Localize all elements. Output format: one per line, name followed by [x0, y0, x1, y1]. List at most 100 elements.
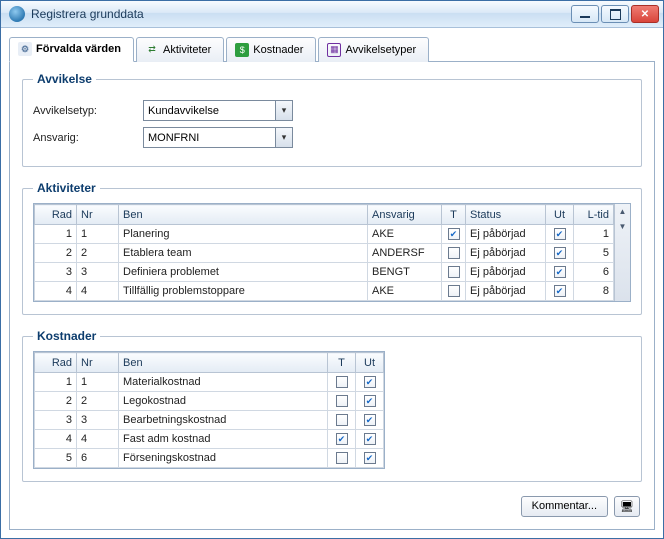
checkbox[interactable] [364, 376, 376, 388]
cell-t[interactable] [328, 430, 356, 449]
screen-icon-button[interactable]: 🖥 [614, 496, 640, 517]
table-row[interactable]: 5 6 Förseningskostnad [35, 449, 384, 468]
cell-nr[interactable]: 3 [77, 411, 119, 430]
cell-t[interactable] [328, 411, 356, 430]
col-nr[interactable]: Nr [77, 205, 119, 225]
minimize-button[interactable] [571, 5, 599, 23]
tab-kostnader[interactable]: $ Kostnader [226, 37, 316, 62]
table-row[interactable]: 3 3 Definiera problemet BENGT Ej påbörja… [35, 263, 614, 282]
cell-ben[interactable]: Fast adm kostnad [119, 430, 328, 449]
col-ltid[interactable]: L-tid [574, 205, 614, 225]
checkbox[interactable] [364, 395, 376, 407]
table-row[interactable]: 2 2 Etablera team ANDERSF Ej påbörjad 5 [35, 244, 614, 263]
cell-nr[interactable]: 1 [77, 373, 119, 392]
cell-nr[interactable]: 6 [77, 449, 119, 468]
col-ben[interactable]: Ben [119, 205, 368, 225]
cell-ansvarig[interactable]: AKE [368, 282, 442, 301]
table-row[interactable]: 3 3 Bearbetningskostnad [35, 411, 384, 430]
cell-status[interactable]: Ej påbörjad [466, 244, 546, 263]
cell-ansvarig[interactable]: ANDERSF [368, 244, 442, 263]
aktiviteter-grid[interactable]: Rad Nr Ben Ansvarig T Status Ut L-tid 1 [33, 203, 631, 302]
ansvarig-combo[interactable]: MONFRNI [143, 127, 293, 148]
cell-ut[interactable] [546, 282, 574, 301]
cell-ben[interactable]: Tillfällig problemstoppare [119, 282, 368, 301]
tab-avvikelsetyper[interactable]: ▦ Avvikelsetyper [318, 37, 429, 62]
checkbox[interactable] [336, 395, 348, 407]
checkbox[interactable] [336, 414, 348, 426]
cell-nr[interactable]: 4 [77, 430, 119, 449]
cell-ltid[interactable]: 5 [574, 244, 614, 263]
cell-t[interactable] [328, 449, 356, 468]
table-row[interactable]: 1 1 Planering AKE Ej påbörjad 1 [35, 225, 614, 244]
checkbox[interactable] [448, 266, 460, 278]
checkbox[interactable] [554, 247, 566, 259]
cell-nr[interactable]: 3 [77, 263, 119, 282]
cell-ansvarig[interactable]: BENGT [368, 263, 442, 282]
checkbox[interactable] [554, 228, 566, 240]
cell-t[interactable] [328, 373, 356, 392]
cell-status[interactable]: Ej påbörjad [466, 225, 546, 244]
cell-nr[interactable]: 4 [77, 282, 119, 301]
kommentar-button[interactable]: Kommentar... [521, 496, 608, 517]
cell-ben[interactable]: Materialkostnad [119, 373, 328, 392]
col-rad[interactable]: Rad [35, 353, 77, 373]
cell-ut[interactable] [546, 244, 574, 263]
table-row[interactable]: 1 1 Materialkostnad [35, 373, 384, 392]
cell-ltid[interactable]: 6 [574, 263, 614, 282]
table-row[interactable]: 2 2 Legokostnad [35, 392, 384, 411]
avvikelsetyp-combo[interactable]: Kundavvikelse [143, 100, 293, 121]
col-status[interactable]: Status [466, 205, 546, 225]
col-t[interactable]: T [328, 353, 356, 373]
kostnader-grid[interactable]: Rad Nr Ben T Ut 1 1 Materialkostnad 2 2 … [33, 351, 385, 469]
cell-status[interactable]: Ej påbörjad [466, 282, 546, 301]
checkbox[interactable] [448, 228, 460, 240]
cell-ltid[interactable]: 8 [574, 282, 614, 301]
cell-ut[interactable] [356, 373, 384, 392]
tab-aktiviteter[interactable]: ⇄ Aktiviteter [136, 37, 224, 62]
checkbox[interactable] [364, 452, 376, 464]
col-ut[interactable]: Ut [546, 205, 574, 225]
cell-ben[interactable]: Förseningskostnad [119, 449, 328, 468]
checkbox[interactable] [448, 285, 460, 297]
cell-ben[interactable]: Legokostnad [119, 392, 328, 411]
tab-forvalda-varden[interactable]: ⚙ Förvalda värden [9, 37, 134, 62]
col-ben[interactable]: Ben [119, 353, 328, 373]
aktiviteter-scrollbar[interactable]: ▲ ▼ [614, 204, 630, 301]
col-t[interactable]: T [442, 205, 466, 225]
checkbox[interactable] [336, 376, 348, 388]
checkbox[interactable] [364, 433, 376, 445]
checkbox[interactable] [554, 285, 566, 297]
col-rad[interactable]: Rad [35, 205, 77, 225]
cell-t[interactable] [442, 225, 466, 244]
maximize-button[interactable] [601, 5, 629, 23]
checkbox[interactable] [448, 247, 460, 259]
cell-ut[interactable] [356, 449, 384, 468]
cell-nr[interactable]: 1 [77, 225, 119, 244]
cell-nr[interactable]: 2 [77, 244, 119, 263]
checkbox[interactable] [554, 266, 566, 278]
cell-ansvarig[interactable]: AKE [368, 225, 442, 244]
cell-t[interactable] [442, 282, 466, 301]
checkbox[interactable] [336, 433, 348, 445]
cell-t[interactable] [328, 392, 356, 411]
cell-ut[interactable] [356, 430, 384, 449]
checkbox[interactable] [336, 452, 348, 464]
cell-ben[interactable]: Planering [119, 225, 368, 244]
cell-t[interactable] [442, 244, 466, 263]
table-row[interactable]: 4 4 Fast adm kostnad [35, 430, 384, 449]
cell-ben[interactable]: Bearbetningskostnad [119, 411, 328, 430]
cell-ben[interactable]: Etablera team [119, 244, 368, 263]
checkbox[interactable] [364, 414, 376, 426]
scroll-up-icon[interactable]: ▲ [615, 204, 630, 219]
col-ut[interactable]: Ut [356, 353, 384, 373]
table-row[interactable]: 4 4 Tillfällig problemstoppare AKE Ej på… [35, 282, 614, 301]
cell-ut[interactable] [546, 263, 574, 282]
cell-t[interactable] [442, 263, 466, 282]
col-nr[interactable]: Nr [77, 353, 119, 373]
scroll-down-icon[interactable]: ▼ [615, 219, 630, 234]
close-button[interactable] [631, 5, 659, 23]
cell-status[interactable]: Ej påbörjad [466, 263, 546, 282]
cell-ut[interactable] [546, 225, 574, 244]
col-ansvarig[interactable]: Ansvarig [368, 205, 442, 225]
cell-ut[interactable] [356, 392, 384, 411]
